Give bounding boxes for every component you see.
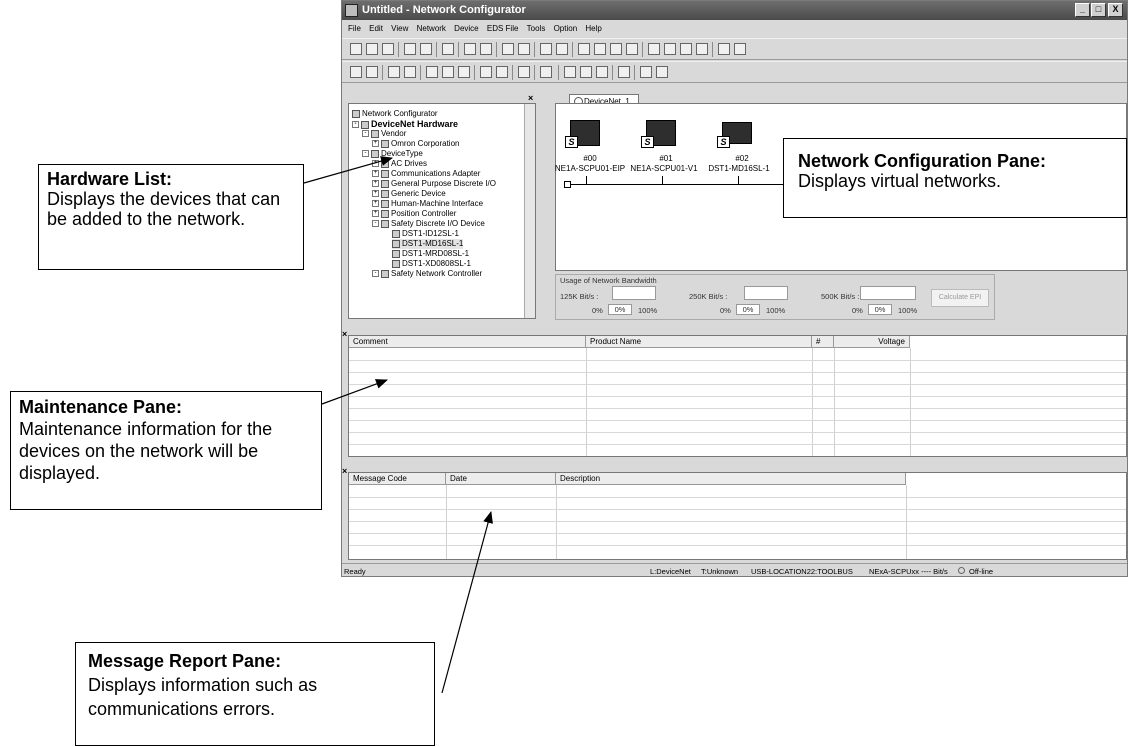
callout-body: Displays information such as communicati… <box>88 675 318 719</box>
callout-maintenance-pane: Maintenance Pane: Maintenance informatio… <box>10 391 322 510</box>
message-arrow <box>441 511 493 694</box>
callout-title: Maintenance Pane: <box>19 397 183 417</box>
callout-arrows <box>303 156 493 694</box>
maintenance-arrow <box>321 379 388 405</box>
callout-body: Displays virtual networks. <box>798 171 1002 191</box>
callout-hardware-list: Hardware List: Displays the devices that… <box>38 164 304 270</box>
callout-message-report: Message Report Pane: Displays informatio… <box>75 642 435 746</box>
callout-body: Displays the devices that can be added t… <box>47 189 281 229</box>
callout-network-configuration: Network Configuration Pane: Displays vir… <box>783 138 1127 218</box>
hardware-arrow <box>303 156 393 184</box>
callout-title: Network Configuration Pane: <box>798 151 1047 171</box>
callout-title: Hardware List: <box>47 169 173 189</box>
callout-title: Message Report Pane: <box>88 651 282 671</box>
callout-body: Maintenance information for the devices … <box>19 419 273 483</box>
